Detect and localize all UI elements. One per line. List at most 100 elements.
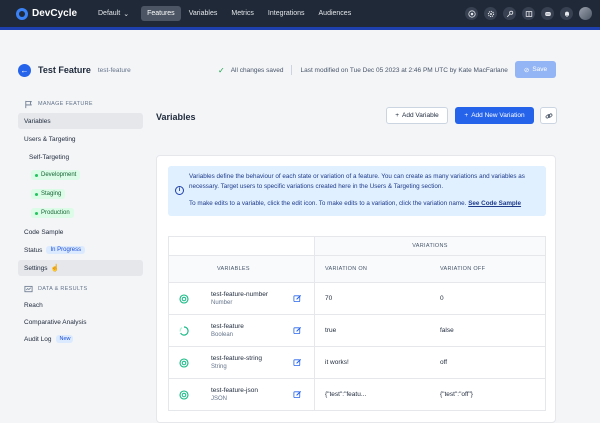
sidebar-item-variables[interactable]: Variables <box>18 113 143 129</box>
feature-header: ← Test Feature test-feature ✓ All change… <box>0 52 600 88</box>
chart-icon <box>24 285 33 292</box>
variable-cell: test-feature Boolean <box>169 315 314 346</box>
number-icon <box>179 294 189 304</box>
discord-icon[interactable] <box>541 7 554 20</box>
sidebar-item-env-production[interactable]: Production <box>18 205 143 221</box>
variation-on-value: true <box>314 315 430 346</box>
sidebar-section-label: MANAGE FEATURE <box>38 101 93 107</box>
divider <box>291 65 293 75</box>
sidebar: MANAGE FEATURE Variables Users & Targeti… <box>18 98 143 347</box>
sidebar-item-code-sample[interactable]: Code Sample <box>18 224 143 240</box>
nav-accent-strip <box>0 27 600 30</box>
section-title: Variables <box>156 112 196 122</box>
variation-on-value: 70 <box>314 283 430 314</box>
env-pill: Development <box>31 170 81 180</box>
chevron-down-icon: ⌄ <box>123 10 130 18</box>
info-icon: i <box>175 186 184 195</box>
info-banner: i Variables define the behaviour of each… <box>168 166 546 216</box>
env-pill: Staging <box>31 189 66 199</box>
edit-icon[interactable] <box>293 358 302 367</box>
variable-key[interactable]: test-feature-string <box>211 355 262 362</box>
sidebar-item-users-targeting[interactable]: Users & Targeting <box>18 131 143 147</box>
info-edit-sentence: To make edits to a variable, click the e… <box>189 200 467 207</box>
cursor-hand-icon: ☝ <box>50 265 60 272</box>
gear-icon[interactable] <box>484 7 497 20</box>
page-title: Test Feature <box>38 65 91 75</box>
sidebar-item-comparative[interactable]: Comparative Analysis <box>18 314 143 330</box>
edit-icon[interactable] <box>293 326 302 335</box>
sidebar-item-settings[interactable]: Settings ☝ <box>18 260 143 276</box>
save-status-text: All changes saved <box>230 66 284 74</box>
variation-on-value: it works! <box>314 347 430 378</box>
col-variables: VARIABLES <box>217 266 250 272</box>
variable-key[interactable]: test-feature-json <box>211 387 258 394</box>
nav-tab-audiences[interactable]: Audiences <box>313 6 358 21</box>
avatar[interactable] <box>579 7 592 20</box>
copy-link-button[interactable] <box>540 107 557 124</box>
variable-type: JSON <box>211 396 228 402</box>
sidebar-section-data: DATA & RESULTS <box>24 283 143 295</box>
sidebar-item-audit-log[interactable]: Audit Log New <box>18 331 143 347</box>
env-dot-icon <box>35 192 38 196</box>
status-label: Status <box>24 246 43 254</box>
org-selector[interactable]: Default ⌄ <box>98 10 129 18</box>
variables-card: i Variables define the behaviour of each… <box>156 155 556 423</box>
sidebar-item-status[interactable]: Status In Progress <box>18 242 143 258</box>
sidebar-item-reach[interactable]: Reach <box>18 297 143 313</box>
save-button[interactable]: ⊘ Save <box>515 61 556 78</box>
sidebar-item-env-staging[interactable]: Staging <box>18 186 143 202</box>
nav-tabs: Features Variables Metrics Integrations … <box>141 6 357 21</box>
variation-off-value: {"test":"off"} <box>440 391 473 398</box>
nav-tab-metrics[interactable]: Metrics <box>225 6 260 21</box>
status-badge: In Progress <box>46 246 86 254</box>
link-icon <box>545 113 552 118</box>
bell-icon[interactable] <box>560 7 573 20</box>
table-row: test-feature-json JSON {"test":"featu... {"… <box>169 378 545 410</box>
variation-on-value: {"test":"featu... <box>314 379 430 410</box>
variable-key[interactable]: test-feature <box>211 323 244 330</box>
add-variable-button[interactable]: + Add Variable <box>386 107 448 124</box>
variable-type: String <box>211 364 227 370</box>
table-group-blank <box>169 237 314 255</box>
sidebar-item-env-development[interactable]: Development <box>18 167 143 183</box>
save-status: ✓ All changes saved Last modified on Tue… <box>218 65 508 75</box>
target-icon[interactable] <box>465 7 478 20</box>
env-label: Production <box>41 210 70 216</box>
edit-icon[interactable] <box>293 390 302 399</box>
nav-tab-integrations[interactable]: Integrations <box>262 6 311 21</box>
last-modified-text: Last modified on Tue Dec 05 2023 at 2:46… <box>300 66 508 74</box>
info-edit-text: To make edits to a variable, click the e… <box>189 199 521 209</box>
variables-table: VARIATIONS VARIABLES VARIATION ON VARIAT… <box>168 236 546 411</box>
brand-logo[interactable]: DevCycle <box>16 7 96 20</box>
env-label: Staging <box>41 191 62 197</box>
book-icon[interactable] <box>522 7 535 20</box>
variation-off-value: 0 <box>440 295 444 302</box>
json-icon <box>179 390 189 400</box>
add-variation-label: Add New Variation <box>471 112 525 119</box>
sidebar-section-label: DATA & RESULTS <box>38 286 88 292</box>
arrow-left-icon: ← <box>20 65 29 75</box>
nav-icons <box>465 7 592 20</box>
settings-label: Settings <box>24 264 48 272</box>
feature-key: test-feature <box>97 66 131 74</box>
plus-icon: + <box>464 112 469 119</box>
edit-icon[interactable] <box>293 294 302 303</box>
variable-key[interactable]: test-feature-number <box>211 291 268 298</box>
col-variation-off[interactable]: VARIATION OFF <box>430 256 545 282</box>
org-name: Default <box>98 10 121 17</box>
key-icon[interactable] <box>503 7 516 20</box>
add-variation-button[interactable]: + Add New Variation <box>455 107 534 124</box>
plus-icon: + <box>395 112 400 119</box>
nav-tab-features[interactable]: Features <box>141 6 181 21</box>
table-group-header: VARIATIONS <box>169 237 545 255</box>
col-variation-on[interactable]: VARIATION ON <box>314 256 430 282</box>
variable-cell: test-feature-number Number <box>169 283 314 314</box>
back-button[interactable]: ← <box>18 63 31 77</box>
variable-type: Boolean <box>211 332 234 338</box>
nav-tab-variables[interactable]: Variables <box>183 6 224 21</box>
sidebar-item-self-targeting[interactable]: Self-Targeting <box>18 149 143 165</box>
boolean-icon <box>179 326 189 336</box>
code-sample-link[interactable]: See Code Sample <box>468 200 521 207</box>
env-pill: Production <box>31 208 74 218</box>
variation-off-value: off <box>440 359 448 366</box>
